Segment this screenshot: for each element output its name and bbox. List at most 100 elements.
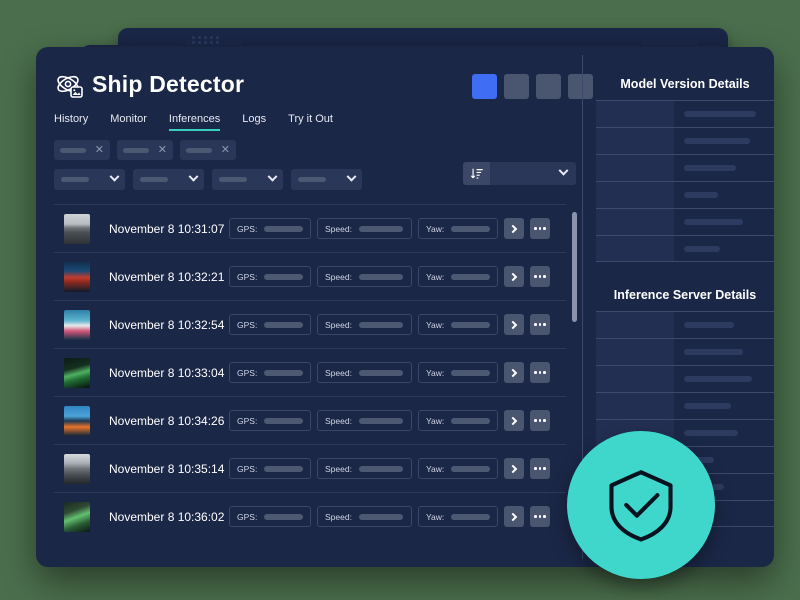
page-title: Ship Detector <box>92 71 245 97</box>
filter-dropdown-4[interactable] <box>291 169 362 190</box>
filter-dropdown-1[interactable] <box>54 169 125 190</box>
metric-speed: Speed: <box>317 218 412 239</box>
details-value-cell <box>674 236 774 261</box>
ellipsis-icon[interactable] <box>530 218 550 239</box>
list-scrollbar[interactable] <box>572 212 577 322</box>
filter-chip-label-placeholder <box>123 147 149 153</box>
metric-value-placeholder <box>358 369 403 376</box>
metric-value-placeholder <box>264 225 303 232</box>
swatch-slate-1[interactable] <box>504 74 529 99</box>
row-open-button[interactable] <box>504 218 524 239</box>
metric-yaw: Yaw: <box>418 458 498 479</box>
metric-speed: Speed: <box>317 266 412 287</box>
metric-yaw: Yaw: <box>418 314 498 335</box>
row-thumbnail <box>64 357 90 388</box>
chevron-down-icon <box>109 171 120 182</box>
row-open-button[interactable] <box>504 266 524 287</box>
details-row <box>596 311 774 338</box>
ellipsis-icon[interactable] <box>530 266 550 287</box>
row-open-button[interactable] <box>504 410 524 431</box>
tab-logs[interactable]: Logs <box>242 113 266 131</box>
metric-gps: GPS: <box>229 218 311 239</box>
row-open-button[interactable] <box>504 314 524 335</box>
ellipsis-icon[interactable] <box>530 458 550 479</box>
filter-chip-2[interactable]: ✕ <box>117 140 173 160</box>
tab-monitor[interactable]: Monitor <box>110 113 147 131</box>
row-open-button[interactable] <box>504 506 524 527</box>
details-value-placeholder <box>684 138 751 144</box>
inference-list[interactable]: November 8 10:31:07 GPS: Speed: Yaw: Novembe… <box>54 204 566 567</box>
metric-value-placeholder <box>451 369 490 376</box>
tab-inferences[interactable]: Inferences <box>168 113 221 131</box>
metric-label-gps: GPS: <box>237 367 258 378</box>
details-row <box>596 208 774 235</box>
swatch-slate-2[interactable] <box>536 74 561 99</box>
details-section-title: Inference Server Details <box>613 288 757 302</box>
table-row[interactable]: November 8 10:35:14 GPS: Speed: Yaw: <box>54 444 566 492</box>
details-value-placeholder <box>684 192 719 198</box>
tab-try-it-out[interactable]: Try it Out <box>288 113 333 131</box>
table-row[interactable]: November 8 10:33:04 GPS: Speed: Yaw: <box>54 348 566 396</box>
details-value-placeholder <box>684 322 735 328</box>
metric-speed: Speed: <box>317 314 412 335</box>
details-value-cell <box>674 128 774 154</box>
security-shield-badge <box>567 431 715 579</box>
metric-speed: Speed: <box>317 410 412 431</box>
details-key-cell <box>596 128 675 154</box>
filter-dropdown-3[interactable] <box>212 169 283 190</box>
metric-value-placeholder <box>358 225 403 232</box>
row-open-button[interactable] <box>504 362 524 383</box>
ellipsis-icon[interactable] <box>530 410 550 431</box>
metric-label-gps: GPS: <box>237 319 258 330</box>
filter-chip-1[interactable]: ✕ <box>54 140 110 160</box>
details-row <box>596 365 774 392</box>
ellipsis-icon[interactable] <box>530 314 550 335</box>
metric-label-yaw: Yaw: <box>426 367 445 378</box>
details-value-placeholder <box>684 165 737 171</box>
filter-chip-3[interactable]: ✕ <box>180 140 236 160</box>
metric-value-placeholder <box>451 465 490 472</box>
metric-label-yaw: Yaw: <box>426 415 445 426</box>
metric-label-yaw: Yaw: <box>426 271 445 282</box>
metric-value-placeholder <box>358 321 403 328</box>
row-timestamp: November 8 10:36:02 <box>109 509 225 524</box>
table-row[interactable]: November 8 10:36:02 GPS: Speed: Yaw: <box>54 492 566 540</box>
metric-label-speed: Speed: <box>325 415 352 426</box>
details-key-cell <box>596 312 675 338</box>
ellipsis-icon[interactable] <box>530 506 550 527</box>
metric-label-gps: GPS: <box>237 223 258 234</box>
row-open-button[interactable] <box>504 458 524 479</box>
details-value-cell <box>674 155 774 181</box>
metric-gps: GPS: <box>229 458 311 479</box>
swatch-slate-3[interactable] <box>568 74 593 99</box>
sort-descending-icon <box>463 162 490 185</box>
table-row[interactable]: November 8 10:31:07 GPS: Speed: Yaw: <box>54 204 566 252</box>
row-thumbnail <box>64 309 90 340</box>
filter-dropdown-2[interactable] <box>133 169 204 190</box>
close-icon[interactable]: ✕ <box>221 144 230 156</box>
chevron-right-icon <box>508 272 518 281</box>
sort-select[interactable] <box>463 162 576 185</box>
table-row[interactable]: November 8 10:32:21 GPS: Speed: Yaw: <box>54 252 566 300</box>
table-row[interactable]: November 8 10:34:26 GPS: Speed: Yaw: <box>54 396 566 444</box>
table-row[interactable]: November 8 10:32:54 GPS: Speed: Yaw: <box>54 300 566 348</box>
metric-value-placeholder <box>358 513 403 520</box>
details-value-placeholder <box>684 219 744 225</box>
details-key-cell <box>596 101 675 127</box>
color-swatch-group <box>472 74 593 99</box>
close-icon[interactable]: ✕ <box>158 144 167 156</box>
details-row <box>596 338 774 365</box>
window-stack-dots-middle <box>192 36 219 44</box>
details-value-placeholder <box>684 430 739 436</box>
swatch-blue[interactable] <box>472 74 497 99</box>
row-timestamp: November 8 10:31:07 <box>109 221 225 236</box>
dropdown-value-placeholder <box>61 177 89 182</box>
ellipsis-icon[interactable] <box>530 362 550 383</box>
row-thumbnail <box>64 453 90 484</box>
details-value-cell <box>674 366 774 392</box>
metric-gps: GPS: <box>229 506 311 527</box>
tab-history[interactable]: History <box>54 113 88 131</box>
chevron-right-icon <box>508 320 518 329</box>
close-icon[interactable]: ✕ <box>95 144 104 156</box>
metric-yaw: Yaw: <box>418 506 498 527</box>
